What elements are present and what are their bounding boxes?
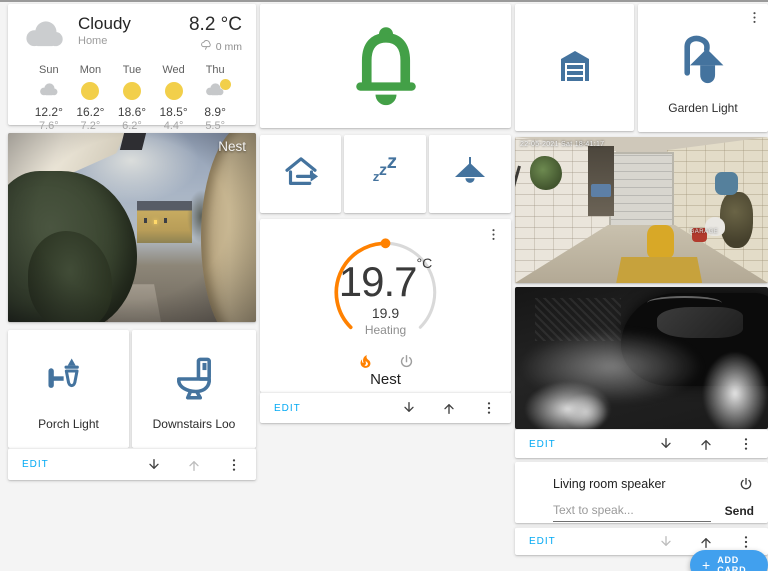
more-options-icon[interactable] <box>747 10 762 30</box>
night-cam-bush <box>555 386 616 429</box>
weather-condition: Cloudy <box>78 14 131 34</box>
move-down-icon[interactable] <box>146 457 162 473</box>
column-footer-left: EDIT <box>8 448 256 480</box>
garage-cam-door <box>609 152 675 231</box>
forecast-day: Tue 18.6° 6.2° <box>111 64 153 132</box>
precipitation-value: 0 mm <box>216 41 242 53</box>
garage-cam-workbench <box>616 257 702 283</box>
sunny-icon <box>123 82 141 100</box>
toilet-icon <box>169 354 219 409</box>
garage-cam-bag <box>720 192 753 247</box>
edit-button[interactable]: EDIT <box>22 459 49 470</box>
top-edge-strip <box>0 0 768 2</box>
move-down-icon[interactable] <box>658 436 674 452</box>
media-player-card: Living room speaker Send <box>515 462 768 523</box>
more-options-icon[interactable] <box>738 436 754 452</box>
current-temperature: 8.2 °C <box>189 14 242 36</box>
move-up-icon[interactable] <box>698 436 714 452</box>
partly-cloudy-icon <box>204 80 226 102</box>
garage-cam-teal-item <box>715 172 738 195</box>
move-up-icon[interactable] <box>441 400 457 416</box>
entity-label: Garden Light <box>668 101 737 115</box>
cloudy-icon <box>38 80 60 102</box>
camera-timestamp: 22-05-2021 Sat 18:41:17 <box>520 141 604 148</box>
home-exit-icon <box>280 151 322 198</box>
more-options-icon[interactable] <box>226 457 242 473</box>
sleep-mode-button[interactable]: zzz <box>344 135 426 213</box>
more-options-icon[interactable] <box>738 534 754 550</box>
move-up-icon[interactable] <box>698 534 714 550</box>
leave-home-button[interactable] <box>260 135 341 213</box>
plus-icon: + <box>702 557 710 571</box>
doorbell-notification-button[interactable] <box>260 4 511 128</box>
more-options-icon[interactable] <box>486 227 501 247</box>
forecast-day: Mon 16.2° 7.2° <box>70 64 112 132</box>
sunny-icon <box>81 82 99 100</box>
camera-watermark: GARAGE <box>690 229 719 235</box>
move-down-icon[interactable] <box>401 400 417 416</box>
sunny-icon <box>165 82 183 100</box>
ceiling-light-button[interactable] <box>429 135 511 213</box>
porch-light-button[interactable]: Porch Light <box>8 330 129 448</box>
add-card-label: ADD CARD <box>717 555 754 571</box>
current-temp-value: 19.7°C <box>260 255 511 306</box>
edit-button[interactable]: EDIT <box>529 439 556 450</box>
entity-label: Porch Light <box>38 417 99 431</box>
target-temp-value: 19.9 <box>260 305 511 321</box>
entity-label: Downstairs Loo <box>153 417 236 431</box>
garage-camera[interactable]: 22-05-2021 Sat 18:41:17 GARAGE <box>515 137 768 283</box>
garage-cam-mower <box>647 225 675 259</box>
more-options-icon[interactable] <box>481 400 497 416</box>
camera-name-label: Nest <box>218 139 246 154</box>
garage-icon <box>551 41 599 94</box>
nest-cam-vignette <box>8 133 256 322</box>
downstairs-loo-button[interactable]: Downstairs Loo <box>132 330 256 448</box>
edit-button[interactable]: EDIT <box>274 403 301 414</box>
weather-location: Home <box>78 35 131 47</box>
night-cam-bush <box>692 338 768 429</box>
forecast-day: Wed 18.5° 4.4° <box>153 64 195 132</box>
move-down-icon[interactable] <box>658 534 674 550</box>
send-button[interactable]: Send <box>725 504 754 522</box>
hvac-status: Heating <box>260 323 511 337</box>
sleep-zzz-icon: zzz <box>373 163 398 186</box>
garage-cam-blue-box <box>591 184 611 197</box>
garage-cam-shelf <box>588 146 613 216</box>
wall-lantern-icon <box>44 354 94 409</box>
driveway-night-camera[interactable] <box>515 287 768 429</box>
rain-cloud-icon <box>200 39 213 55</box>
power-off-mode-icon[interactable] <box>398 353 415 370</box>
forecast-day: Sun 12.2° 7.6° <box>28 64 70 132</box>
garage-cam-wreath <box>530 156 562 190</box>
outdoor-lamp-icon <box>677 32 729 89</box>
thermostat-name: Nest <box>260 371 511 388</box>
ceiling-light-icon <box>450 152 490 197</box>
cloudy-weather-icon <box>22 14 68 55</box>
column-footer-center: EDIT <box>260 392 511 423</box>
power-icon[interactable] <box>738 476 754 492</box>
dashboard: Cloudy Home 8.2 °C 0 mm Sun 12.2° 7.6° <box>0 0 768 571</box>
edit-button[interactable]: EDIT <box>529 536 556 547</box>
move-up-icon[interactable] <box>186 457 202 473</box>
speaker-name: Living room speaker <box>553 477 666 491</box>
garden-light-button[interactable]: Garden Light <box>638 4 768 132</box>
forecast-day: Thu 8.9° 5.5° <box>194 64 236 132</box>
garage-door-button[interactable] <box>515 4 634 131</box>
tts-text-input[interactable] <box>553 500 711 522</box>
thermostat-card: 19.7°C 19.9 Heating Nest <box>260 219 511 392</box>
weather-card[interactable]: Cloudy Home 8.2 °C 0 mm Sun 12.2° 7.6° <box>8 4 256 125</box>
heat-mode-icon[interactable] <box>357 353 374 370</box>
add-card-button[interactable]: + ADD CARD <box>690 550 768 571</box>
nest-doorbell-camera[interactable]: Nest <box>8 133 256 322</box>
bell-icon <box>344 18 428 115</box>
column-footer-right: EDIT <box>515 429 768 458</box>
